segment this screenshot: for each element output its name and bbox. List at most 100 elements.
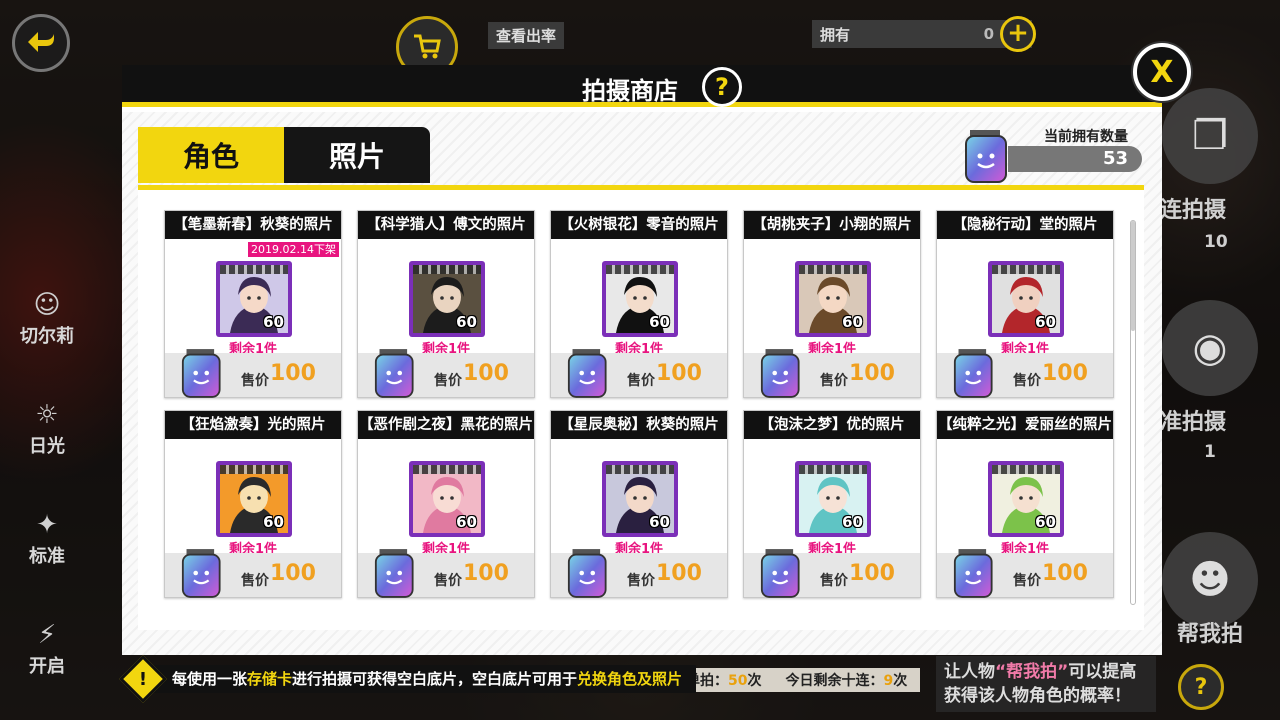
film-strip-decoration xyxy=(992,465,1060,474)
scrollbar-thumb[interactable] xyxy=(1131,221,1135,331)
photo-count: 60 xyxy=(456,513,477,531)
close-button[interactable]: X xyxy=(1133,43,1191,101)
portrait-image: 60 xyxy=(992,465,1060,533)
price-label: 售价 xyxy=(627,573,655,589)
price-area: 售价 100 xyxy=(937,349,1113,398)
character-portrait: 60 xyxy=(988,261,1064,337)
help-me-shoot-button[interactable]: ☻ 帮我拍 xyxy=(1162,532,1258,647)
photo-count: 60 xyxy=(649,513,670,531)
left-control-label: 日光 xyxy=(29,436,65,457)
shop-item-card[interactable]: 【星辰奥秘】秋葵的照片 60 剩余1件 售价 100 xyxy=(550,410,728,598)
film-roll-icon xyxy=(567,549,607,598)
left-control-character[interactable]: ☺ 切尔莉 xyxy=(12,290,82,348)
price-label: 售价 xyxy=(1013,373,1041,389)
photo-count: 60 xyxy=(1035,513,1056,531)
item-title: 【胡桃夹子】小翔的照片 xyxy=(744,211,920,239)
price-area: 售价 100 xyxy=(165,549,341,598)
film-roll-icon xyxy=(953,349,993,398)
character-portrait: 60 xyxy=(795,461,871,537)
price-value: 100 xyxy=(463,561,509,586)
shop-item-card[interactable]: 【隐秘行动】堂的照片 60 剩余1件 售价 100 xyxy=(936,210,1114,398)
price-area: 售价 100 xyxy=(358,349,534,398)
single-shot-count: 1 xyxy=(1204,442,1216,462)
film-roll-icon xyxy=(953,549,993,598)
single-shot-button[interactable]: ◉ 标准拍摄 1 xyxy=(1138,300,1258,462)
film-roll-icon xyxy=(181,349,221,398)
price-value: 100 xyxy=(270,361,316,386)
shop-item-card[interactable]: 【胡桃夹子】小翔的照片 60 剩余1件 售价 100 xyxy=(743,210,921,398)
sun-icon: ☼ xyxy=(35,400,59,430)
tab-photo[interactable]: 照片 xyxy=(284,127,430,183)
owned-cards-bar: 拥有 0 + xyxy=(812,16,1036,52)
delist-date-badge: 2019.02.14下架 xyxy=(248,242,339,257)
photo-count: 60 xyxy=(263,313,284,331)
price-value: 100 xyxy=(656,361,702,386)
owned-count-value: 53 xyxy=(1008,146,1142,172)
add-cards-button[interactable]: + xyxy=(1000,16,1036,52)
shop-item-card[interactable]: 【狂焰激奏】光的照片 60 剩余1件 售价 100 xyxy=(164,410,342,598)
tab-bar: 角色 照片 xyxy=(138,127,430,183)
photo-count: 60 xyxy=(649,313,670,331)
shop-item-card[interactable]: 【纯粹之光】爱丽丝的照片 60 剩余1件 售价 100 xyxy=(936,410,1114,598)
film-roll-icon xyxy=(374,549,414,598)
back-button[interactable] xyxy=(12,14,70,72)
item-title: 【火树银花】零音的照片 xyxy=(551,211,727,239)
modal-title: 拍摄商店 xyxy=(582,77,678,105)
shop-item-card[interactable]: 【恶作剧之夜】黑花的照片 60 剩余1件 售价 100 xyxy=(357,410,535,598)
price-label: 售价 xyxy=(434,573,462,589)
shop-item-card[interactable]: 【泡沫之梦】优的照片 60 剩余1件 售价 100 xyxy=(743,410,921,598)
camera-icon: ◉ xyxy=(1162,300,1258,396)
shop-item-card[interactable]: 【笔墨新春】秋葵的照片 2019.02.14下架 60 剩余1件 售价 100 xyxy=(164,210,342,398)
price-label: 售价 xyxy=(434,373,462,389)
film-strip-decoration xyxy=(220,465,288,474)
film-roll-icon xyxy=(760,349,800,398)
left-control-flash[interactable]: ⚡ 开启 xyxy=(12,620,82,678)
left-control-filter[interactable]: ✦ 标准 xyxy=(12,510,82,568)
help-button[interactable]: ? xyxy=(702,67,742,107)
photo-count: 60 xyxy=(842,513,863,531)
flash-icon: ⚡ xyxy=(37,620,57,650)
price-area: 售价 100 xyxy=(551,549,727,598)
tab-character[interactable]: 角色 xyxy=(138,127,284,183)
character-portrait: 60 xyxy=(602,461,678,537)
item-title: 【泡沫之梦】优的照片 xyxy=(744,411,920,439)
price-area: 售价 100 xyxy=(937,549,1113,598)
portrait-image: 60 xyxy=(799,265,867,333)
owned-label: 拥有 xyxy=(820,25,851,44)
left-control-light[interactable]: ☼ 日光 xyxy=(12,400,82,458)
shop-item-card[interactable]: 【火树银花】零音的照片 60 剩余1件 售价 100 xyxy=(550,210,728,398)
character-icon: ☺ xyxy=(33,290,61,320)
shop-modal: 拍摄商店 ? 角色 照片 53 当前拥有数量 【笔墨新春】秋葵的照片 2019.… xyxy=(118,65,1162,704)
film-roll-icon xyxy=(374,349,414,398)
camera-smile-icon: ☻ xyxy=(1162,532,1258,628)
film-roll-icon xyxy=(965,130,1007,183)
price-label: 售价 xyxy=(241,573,269,589)
ten-shot-button[interactable]: ❐ 十连拍摄 10 xyxy=(1138,88,1258,252)
tip-help-button[interactable]: ? xyxy=(1178,664,1224,710)
view-rate-button[interactable]: 查看出率 xyxy=(488,22,565,49)
character-portrait: 60 xyxy=(216,261,292,337)
price-area: 售价 100 xyxy=(744,349,920,398)
shop-item-card[interactable]: 【科学猎人】傅文的照片 60 剩余1件 售价 100 xyxy=(357,210,535,398)
price-area: 售价 100 xyxy=(551,349,727,398)
portrait-image: 60 xyxy=(220,465,288,533)
character-portrait: 60 xyxy=(988,461,1064,537)
item-title: 【恶作剧之夜】黑花的照片 xyxy=(358,411,534,439)
photo-count: 60 xyxy=(1035,313,1056,331)
film-strip-decoration xyxy=(799,465,867,474)
left-control-label: 标准 xyxy=(29,546,65,567)
list-scrollbar[interactable] xyxy=(1130,220,1136,605)
item-title: 【纯粹之光】爱丽丝的照片 xyxy=(937,411,1113,439)
price-area: 售价 100 xyxy=(744,549,920,598)
item-title: 【狂焰激奏】光的照片 xyxy=(165,411,341,439)
item-grid: 【笔墨新春】秋葵的照片 2019.02.14下架 60 剩余1件 售价 100 … xyxy=(164,210,1114,598)
film-roll-icon xyxy=(567,349,607,398)
owned-count-label: 当前拥有数量 xyxy=(1044,129,1128,145)
photo-count: 60 xyxy=(842,313,863,331)
ten-shot-count: 10 xyxy=(1204,232,1228,252)
price-value: 100 xyxy=(1042,361,1088,386)
modal-body: 角色 照片 53 当前拥有数量 【笔墨新春】秋葵的照片 2019.02.14下架… xyxy=(118,112,1162,704)
price-value: 100 xyxy=(1042,561,1088,586)
price-value: 100 xyxy=(270,561,316,586)
back-arrow-icon xyxy=(28,32,54,52)
